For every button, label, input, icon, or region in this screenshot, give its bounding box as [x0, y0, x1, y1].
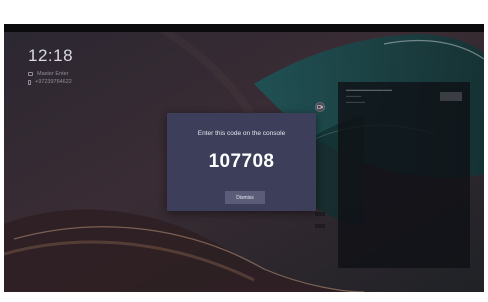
dismiss-button[interactable]: Dismiss	[225, 191, 265, 204]
phone-row: +97239764622	[28, 79, 72, 85]
panel-line-placeholder-1: ▬▬▬▬	[346, 94, 362, 98]
phone-icon	[28, 79, 31, 85]
top-bar	[4, 24, 484, 32]
display-icon	[28, 72, 33, 76]
page-background: 12:18 Master Enter +97239764622 ▬▬▬▬▬▬▬▬…	[0, 0, 488, 302]
dialog-title: Enter this code on the console	[197, 130, 286, 137]
room-name: Master Enter	[37, 71, 69, 77]
phone-number: +97239764622	[35, 79, 72, 85]
round-button[interactable]	[315, 102, 325, 112]
small-control-2[interactable]	[315, 224, 325, 228]
device-screen: 12:18 Master Enter +97239764622 ▬▬▬▬▬▬▬▬…	[4, 24, 484, 292]
panel-line-placeholder-2: ▬▬▬▬▬	[346, 100, 365, 104]
room-name-row: Master Enter	[28, 71, 68, 77]
pairing-code: 107708	[208, 151, 275, 172]
panel-title-placeholder: ▬▬▬▬▬▬▬▬▬▬▬	[346, 87, 393, 92]
camera-icon	[317, 105, 323, 109]
clock-time: 12:18	[28, 46, 74, 65]
small-control-1[interactable]	[315, 212, 325, 216]
side-panel: ▬▬▬▬▬▬▬▬▬▬▬ ▬▬▬▬ ▬▬▬▬▬	[338, 82, 470, 268]
panel-button[interactable]	[440, 92, 462, 101]
pairing-code-dialog: Enter this code on the console 107708 Di…	[167, 113, 316, 211]
